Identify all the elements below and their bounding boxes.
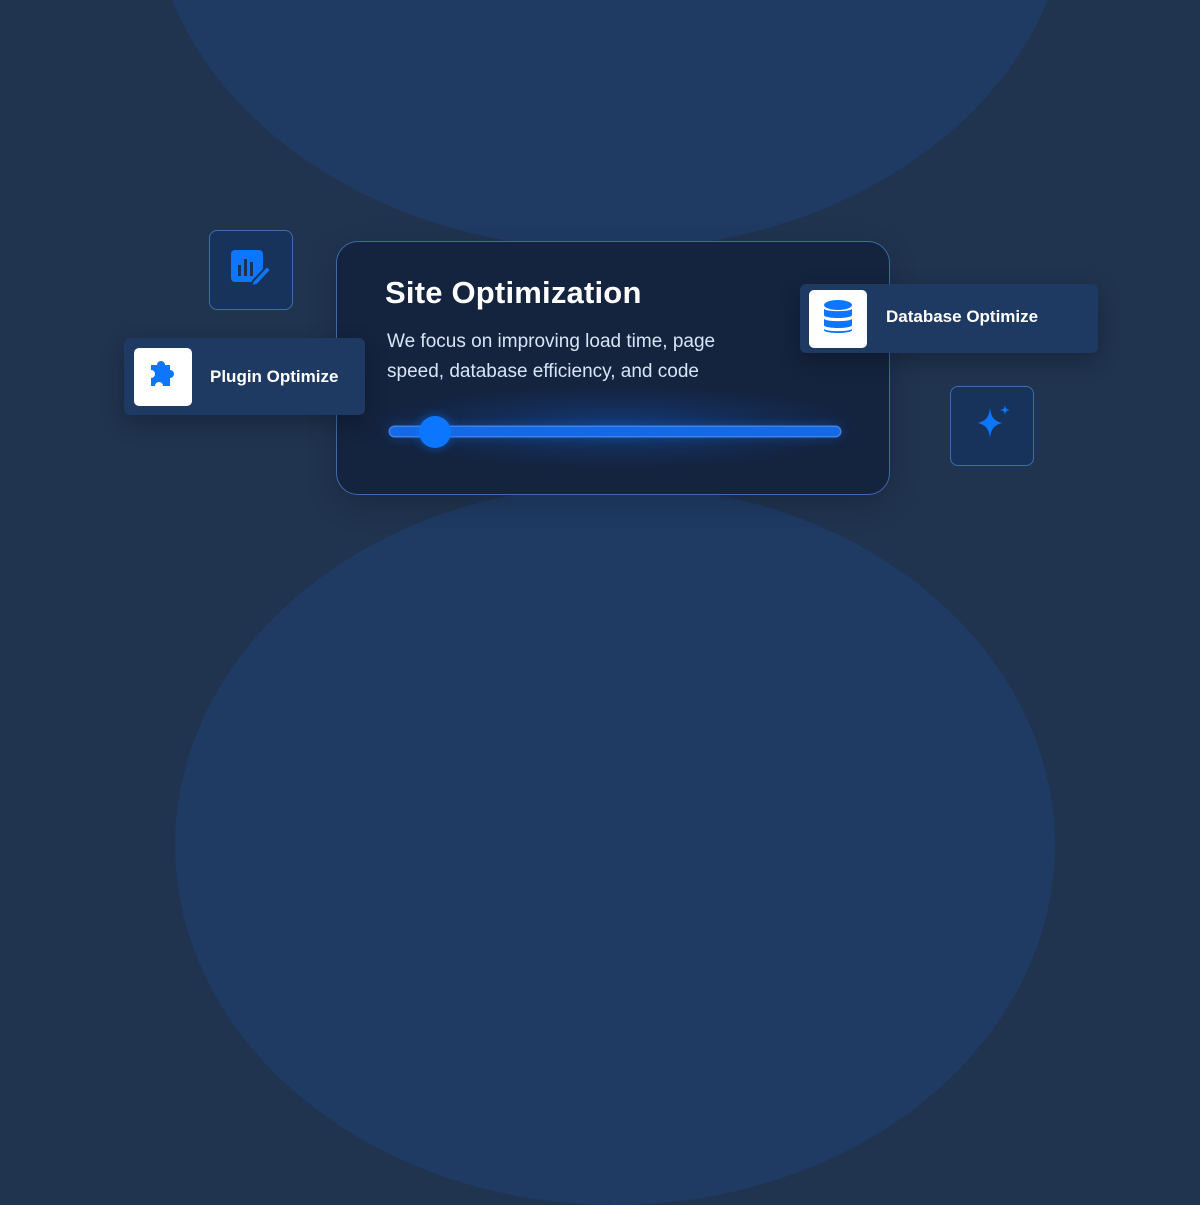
slider-thumb[interactable] <box>419 416 451 448</box>
site-optimization-card: Site Optimization We focus on improving … <box>336 241 890 495</box>
sparkle-icon <box>970 402 1014 451</box>
background-shape-top <box>150 0 1070 250</box>
database-icon-box <box>809 290 867 348</box>
optimization-slider[interactable] <box>390 414 840 449</box>
analytics-edit-card[interactable] <box>209 230 293 310</box>
card-description: We focus on improving load time, page sp… <box>387 331 716 382</box>
background-shape-bottom <box>175 485 1055 1205</box>
plugin-optimize-pill[interactable]: Plugin Optimize <box>124 338 365 415</box>
database-icon <box>820 298 856 341</box>
plugin-optimize-label: Plugin Optimize <box>210 367 339 386</box>
puzzle-piece-icon <box>146 358 180 397</box>
sparkle-card[interactable] <box>950 386 1034 466</box>
plugin-icon-box <box>134 348 192 406</box>
card-title: Site Optimization <box>385 275 642 310</box>
database-optimize-label: Database Optimize <box>886 307 1039 326</box>
database-optimize-pill[interactable]: Database Optimize <box>800 284 1098 353</box>
chart-edit-icon <box>229 247 273 294</box>
slider-track[interactable] <box>390 427 840 436</box>
